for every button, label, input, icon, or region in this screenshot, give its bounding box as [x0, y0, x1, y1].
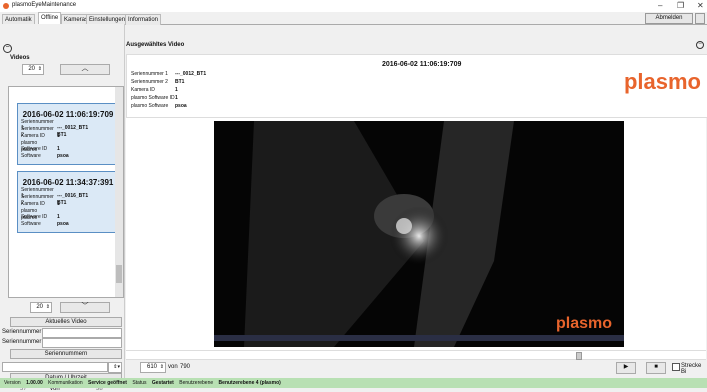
frame-value: 610 — [146, 364, 157, 370]
card-key: plasmo Software — [21, 215, 41, 227]
selected-video-heading: Ausgewähltes Video — [126, 42, 185, 48]
streak-label: Strecke Bi — [681, 363, 702, 375]
video-area: plasmo — [126, 118, 706, 350]
info-timestamp: 2016-06-02 11:06:19:709 — [382, 61, 462, 68]
card-row: plasmo Software ID 1 — [21, 140, 118, 152]
status-value: Gestartet — [151, 380, 174, 386]
card-row: plasmo Software ID 1 — [21, 208, 118, 220]
card-key: Kamera ID — [21, 201, 45, 207]
list-scrollbar[interactable] — [115, 87, 123, 297]
info-row: plasmo Software psoa — [131, 103, 187, 109]
stop-button[interactable]: ■ — [646, 362, 666, 374]
logout-button[interactable]: Abmelden — [645, 13, 693, 24]
card-row: Seriennummer 1 ---_0016_BT1 — [21, 187, 118, 199]
card-value: psoa — [57, 153, 69, 159]
status-bar: Version 1.00.00 Kommunikation Service ge… — [0, 378, 707, 388]
card-row: Kamera ID 1 — [21, 133, 118, 140]
card-key: Kamera ID — [21, 133, 45, 139]
plasmo-logo: plasmo — [623, 69, 701, 94]
user-level-value: Benutzerebene 4 (plasmo) — [218, 380, 281, 386]
seek-thumb[interactable] — [576, 352, 582, 360]
scroll-up-button[interactable]: ︿ — [60, 64, 110, 75]
serial1-input[interactable] — [42, 328, 122, 338]
tab-information[interactable]: Information — [125, 14, 162, 25]
app-logo-icon — [3, 3, 9, 9]
close-button[interactable]: ✕ — [697, 1, 704, 10]
info-value: ---_0012_BT1 — [175, 71, 207, 77]
frame-total: 790 — [180, 364, 191, 370]
info-row: plasmo Software ID1 — [131, 95, 178, 101]
extra-button[interactable] — [695, 13, 705, 24]
videos-label: Videos — [10, 55, 30, 61]
info-key: Seriennummer 1 — [131, 71, 168, 77]
expand-icon[interactable]: − — [696, 41, 704, 49]
current-video-button[interactable]: Aktuelles Video — [10, 317, 122, 327]
spinner-arrows-icon[interactable]: ⇕ — [46, 303, 50, 312]
info-value: 1 — [175, 95, 178, 101]
card-value: 1 — [57, 133, 60, 139]
title-bar: plasmoEyeMaintenance – ❐ ✕ — [0, 0, 707, 12]
info-key: plasmo Software — [131, 103, 169, 109]
info-value: BT1 — [175, 79, 185, 85]
serials-button[interactable]: Seriennummern — [10, 349, 122, 359]
streak-checkbox[interactable] — [672, 363, 680, 371]
info-key: plasmo Software ID — [131, 95, 175, 101]
card-key: plasmo Software — [21, 147, 41, 159]
info-row: Seriennummer 1 ---_0012_BT1 — [131, 71, 206, 77]
info-key: Kamera ID — [131, 87, 155, 93]
date-spinner[interactable]: ⇕▾ — [108, 362, 122, 373]
video-card[interactable]: 2016-06-02 11:34:37:391 Seriennummer 1 --… — [17, 171, 119, 233]
count-spinner-bottom[interactable]: 20 ⇕ — [30, 302, 52, 313]
maximize-button[interactable]: ❐ — [677, 1, 684, 10]
selected-video-info: 2016-06-02 11:06:19:709 Seriennummer 1 --… — [126, 54, 707, 118]
video-image — [214, 121, 624, 347]
info-value: 1 — [175, 87, 178, 93]
video-card[interactable]: 2016-06-02 11:06:19:709 Seriennummer 1 --… — [17, 103, 119, 165]
frame-nav: 610 ⇕ von 790 ▶ ■ Strecke Bi — [126, 360, 706, 375]
comm-value: Service geöffnet — [88, 380, 127, 386]
spinner-arrows-icon[interactable]: ⇕ — [160, 363, 164, 372]
card-timestamp: 2016-06-02 11:34:37:391 — [22, 178, 114, 187]
version-label: Version — [4, 380, 21, 386]
count-spinner-top[interactable]: 20 ⇕ — [22, 64, 44, 75]
serial1-label: Seriennummer 1 — [2, 329, 47, 335]
card-value: psoa — [57, 221, 69, 227]
count-value: 20 — [36, 304, 43, 310]
card-row: plasmo Software psoa — [21, 147, 118, 159]
scroll-down-button[interactable]: ﹀ — [60, 302, 110, 313]
video-list-panel: − Videos 20 ⇕ ︿ 2016-06-02 11:06:19:709 S… — [0, 24, 125, 392]
spinner-arrows-icon[interactable]: ⇕ — [38, 65, 42, 74]
card-row: Seriennummer 1 ---_0012_BT1 — [21, 119, 118, 131]
card-row: plasmo Software psoa — [21, 215, 118, 227]
frame-spinner[interactable]: 610 ⇕ — [140, 362, 166, 373]
date-input[interactable] — [2, 362, 108, 372]
card-timestamp: 2016-06-02 11:06:19:709 — [22, 110, 114, 119]
serial2-label: Seriennummer 2 — [2, 339, 47, 345]
status-label: Status — [132, 380, 147, 386]
frame-of-label: von — [168, 364, 178, 370]
video-frame[interactable]: plasmo — [214, 121, 624, 347]
info-value: psoa — [175, 103, 187, 109]
info-row: Kamera ID 1 — [131, 87, 178, 93]
plasmo-watermark: plasmo — [555, 315, 612, 332]
collapse-icon[interactable]: − — [3, 44, 12, 53]
serial2-input[interactable] — [42, 338, 122, 348]
play-button[interactable]: ▶ — [616, 362, 636, 374]
comm-label: Kommunikation — [48, 380, 83, 386]
window-title: plasmoEyeMaintenance — [12, 2, 77, 8]
card-row: Kamera ID 1 — [21, 201, 118, 208]
card-value: 1 — [57, 201, 60, 207]
spinner-arrows-icon[interactable]: ⇕▾ — [113, 363, 120, 372]
version-value: 1.00.00 — [26, 380, 43, 386]
seek-bar[interactable] — [126, 350, 706, 360]
count-value: 20 — [28, 66, 35, 72]
minimize-button[interactable]: – — [658, 1, 662, 10]
info-key: Seriennummer 2 — [131, 79, 168, 85]
video-controls[interactable] — [214, 335, 624, 341]
scrollbar-thumb[interactable] — [116, 265, 122, 283]
video-list[interactable]: 2016-06-02 11:06:19:709 Seriennummer 1 --… — [8, 86, 124, 298]
user-level-label: Benutzerebene — [179, 380, 214, 386]
info-row: Seriennummer 2 BT1 — [131, 79, 184, 85]
